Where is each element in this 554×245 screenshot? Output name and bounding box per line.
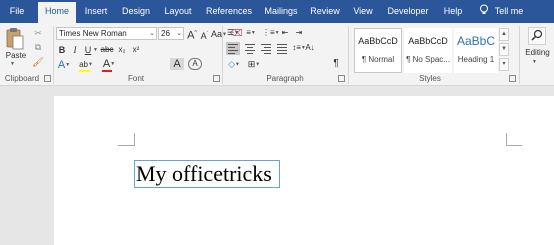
tab-developer[interactable]: Developer (383, 4, 433, 23)
styles-scroll-up-icon[interactable]: ▲ (499, 28, 509, 41)
document-area: My officetricks (0, 86, 554, 245)
tab-design[interactable]: Design (118, 4, 154, 23)
font-launcher-icon[interactable] (213, 75, 220, 82)
crop-mark (506, 133, 507, 146)
align-right-button[interactable] (259, 42, 273, 55)
tab-file[interactable]: File (4, 4, 30, 23)
tab-review[interactable]: Review (307, 4, 343, 23)
font-group-label: Font (127, 74, 144, 83)
text-effects-button[interactable]: A▼ (57, 59, 71, 71)
style-sample: AaBbCcD (408, 36, 448, 46)
justify-icon (277, 44, 288, 54)
paragraph-launcher-icon[interactable] (338, 75, 345, 82)
style-no-spacing[interactable]: AaBbCcD ¶ No Spac... (404, 28, 452, 73)
font-color-swatch (102, 70, 112, 72)
paste-button[interactable]: Paste (2, 51, 30, 60)
format-painter-icon[interactable]: 🖌 (32, 56, 44, 68)
style-name: Heading 1 (457, 55, 495, 64)
subscript-button[interactable]: x₂ (116, 44, 128, 56)
style-sample: AaBbCcD (358, 36, 398, 46)
styles-launcher-icon[interactable] (509, 75, 516, 82)
align-left-icon (228, 44, 239, 54)
paste-icon[interactable] (5, 27, 25, 51)
style-name: ¶ No Spac... (406, 55, 450, 64)
align-center-button[interactable] (243, 42, 257, 55)
lightbulb-icon[interactable] (476, 4, 492, 23)
ribbon: Paste ▼ ✂ ⧉ 🖌 Clipboard Times New Roman … (0, 23, 554, 86)
multilevel-list-icon[interactable]: ⋮≡▼ (262, 27, 280, 39)
group-divider (519, 26, 520, 84)
sort-button[interactable]: A↓ (303, 42, 317, 54)
editing-button[interactable]: Editing (521, 48, 554, 57)
decrease-indent-icon[interactable]: ⇤ (280, 27, 290, 39)
show-formatting-marks-button[interactable]: ¶ (330, 58, 342, 70)
clipboard-group-label: Clipboard (4, 74, 40, 83)
underline-dropdown-icon[interactable]: ▼ (93, 47, 98, 53)
style-heading-1[interactable]: AaBbC Heading 1 (454, 28, 498, 73)
strikethrough-button[interactable]: abc (100, 44, 114, 56)
increase-indent-icon[interactable]: ⇥ (294, 27, 304, 39)
styles-more-icon[interactable]: ▾ (499, 58, 509, 71)
font-color-button[interactable]: A▼ (102, 58, 116, 70)
crop-mark (118, 145, 134, 146)
copy-icon[interactable]: ⧉ (32, 41, 44, 53)
highlight-button[interactable]: ab▼ (78, 58, 94, 70)
group-divider (53, 26, 54, 84)
font-name-combo[interactable]: Times New Roman ⌄ (56, 27, 157, 40)
change-case-button[interactable]: Aa▼ (211, 28, 227, 40)
justify-button[interactable] (275, 42, 289, 55)
align-left-button[interactable] (226, 42, 240, 55)
crop-mark (134, 133, 135, 146)
align-center-icon (245, 44, 256, 54)
style-normal[interactable]: AaBbCcD ¶ Normal (354, 28, 402, 73)
tab-insert[interactable]: Insert (80, 4, 112, 23)
shrink-font-button[interactable]: Aˇ (199, 28, 210, 41)
numbering-icon[interactable]: ≡▼ (244, 27, 258, 39)
paragraph-group-label: Paragraph (266, 74, 304, 83)
tab-view[interactable]: View (350, 4, 376, 23)
grow-font-button[interactable]: A^ (186, 27, 198, 42)
align-right-icon (261, 44, 272, 54)
ribbon-tab-bar: File Home Insert Design Layout Reference… (0, 0, 554, 23)
styles-group-label: Styles (419, 74, 441, 83)
character-shading-button[interactable]: A (170, 58, 184, 70)
shading-bucket-icon[interactable]: ◇▼ (226, 58, 242, 70)
chevron-down-icon: ⌄ (176, 30, 182, 37)
enclose-characters-button[interactable]: A (188, 58, 202, 70)
tab-layout[interactable]: Layout (160, 4, 196, 23)
tab-home[interactable]: Home (38, 2, 76, 23)
tab-mailings[interactable]: Mailings (261, 4, 301, 23)
superscript-button[interactable]: x² (130, 44, 142, 56)
bold-button[interactable]: B (57, 44, 67, 56)
tell-me-search[interactable]: Tell me (494, 4, 524, 23)
paste-dropdown-icon[interactable]: ▼ (10, 61, 15, 67)
group-divider (348, 26, 349, 84)
search-icon[interactable] (528, 27, 546, 45)
chevron-down-icon[interactable]: ▼ (532, 59, 537, 65)
font-size-value: 26 (161, 29, 170, 38)
tab-help[interactable]: Help (440, 4, 466, 23)
borders-icon[interactable]: ⊞▼ (246, 58, 262, 70)
cut-icon[interactable]: ✂ (32, 27, 44, 39)
bullets-icon[interactable]: ☰▼ (226, 27, 240, 39)
document-text[interactable]: My officetricks (134, 160, 280, 188)
font-name-value: Times New Roman (59, 29, 127, 38)
font-size-combo[interactable]: 26 ⌄ (158, 27, 184, 40)
style-sample: AaBbC (456, 34, 496, 48)
clipboard-launcher-icon[interactable] (44, 75, 51, 82)
styles-scroll-down-icon[interactable]: ▼ (499, 43, 509, 56)
document-page[interactable]: My officetricks (54, 96, 554, 245)
underline-button[interactable]: U (83, 44, 93, 56)
crop-mark (506, 145, 522, 146)
tab-references[interactable]: References (203, 4, 255, 23)
italic-button[interactable]: I (70, 44, 80, 56)
chevron-down-icon: ⌄ (149, 30, 155, 37)
highlight-color-swatch (79, 70, 90, 72)
style-name: ¶ Normal (361, 55, 395, 64)
